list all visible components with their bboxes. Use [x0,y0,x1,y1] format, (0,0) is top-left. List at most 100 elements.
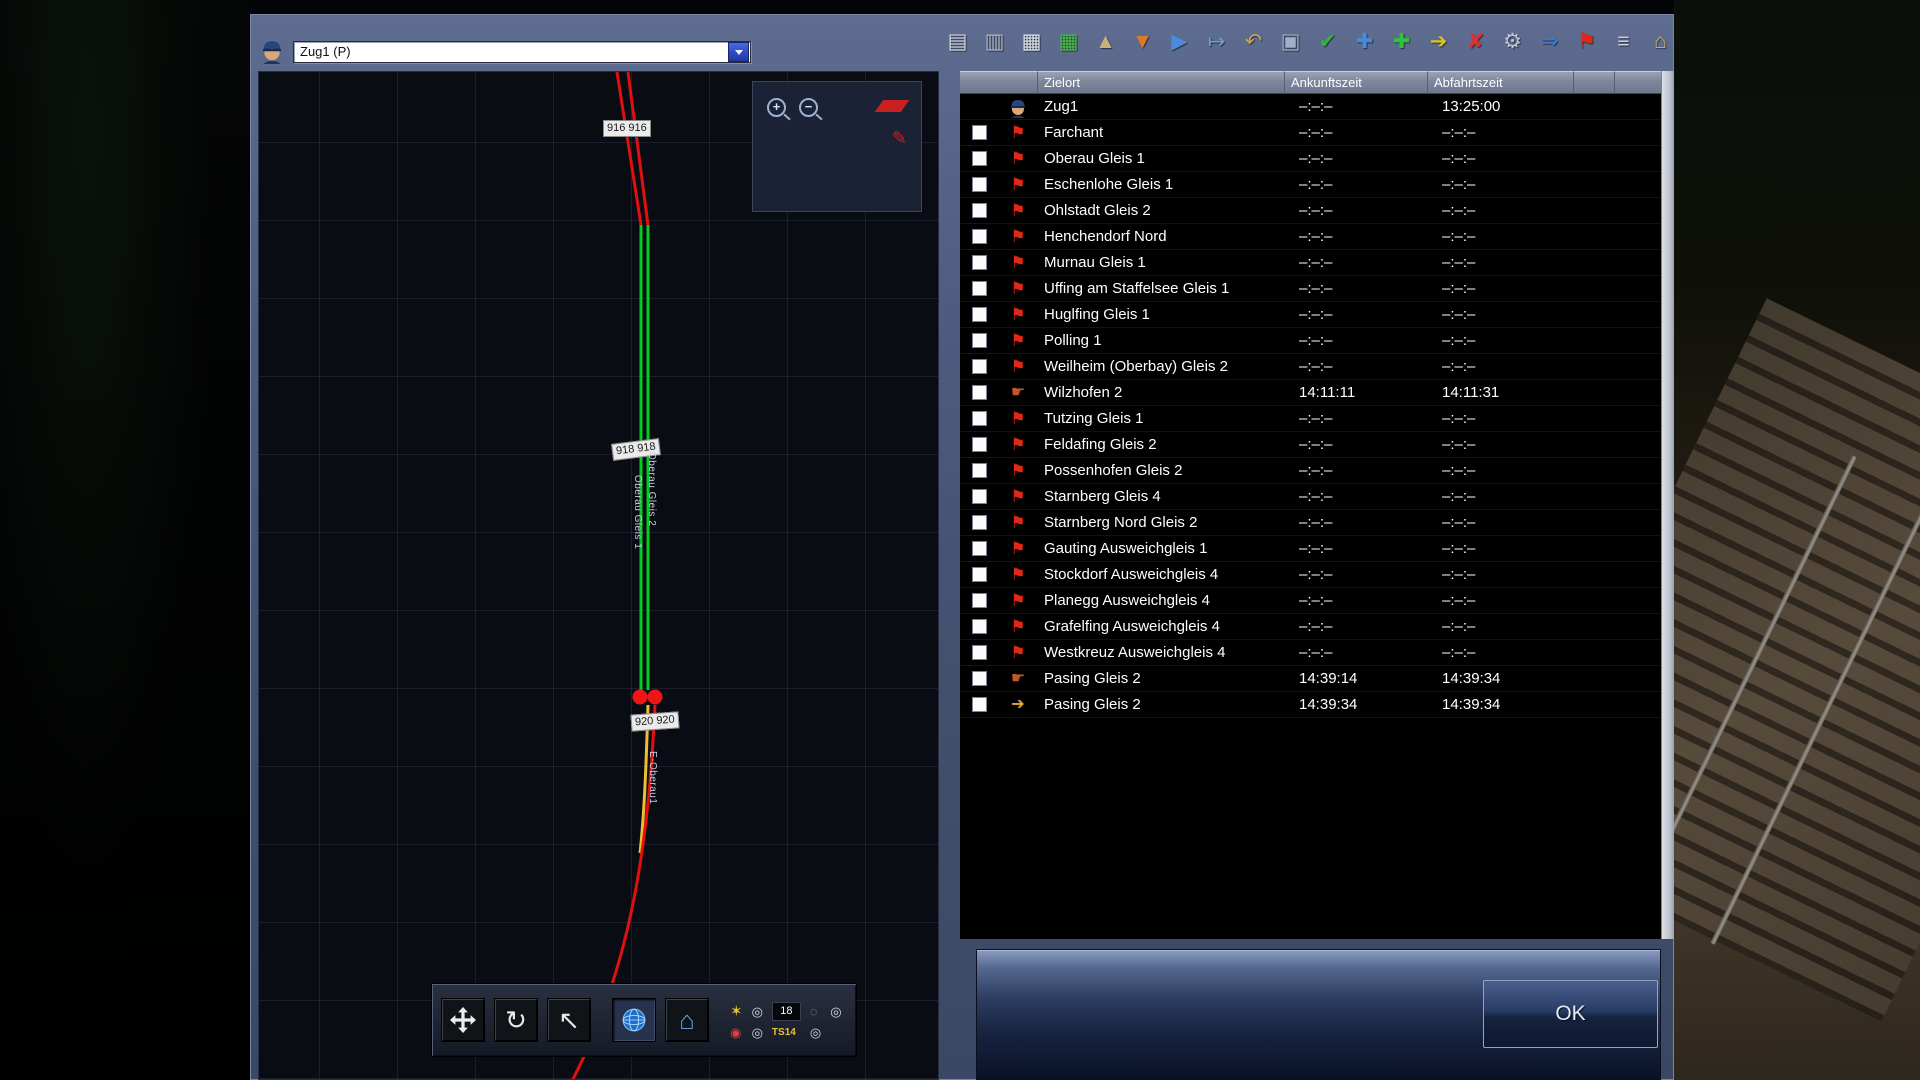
table-row[interactable]: ⚑Weilheim (Oberbay) Gleis 2–:–:––:–:– [960,354,1661,380]
arrival-cell: –:–:– [1285,332,1428,349]
row-checkbox[interactable] [972,489,987,504]
table-row[interactable]: ⚑Farchant–:–:––:–:– [960,120,1661,146]
step-to-end-icon[interactable]: ↦ [1201,26,1232,57]
table-row[interactable]: ➔Pasing Gleis 214:39:3414:39:34 [960,692,1661,718]
jump-icon[interactable]: ⇒ [1534,26,1565,57]
home-button[interactable]: ⌂ [665,998,709,1042]
save-icon[interactable]: ▤ [942,26,973,57]
row-checkbox[interactable] [972,541,987,556]
step-forward-icon[interactable]: ▶ [1164,26,1195,57]
train-selector[interactable]: Zug1 (P) [293,41,751,63]
zoom-out-icon[interactable] [799,98,818,117]
table-row[interactable]: ⚑Starnberg Nord Gleis 2–:–:––:–:– [960,510,1661,536]
indicator-circle-icon[interactable]: ◎ [810,1026,821,1039]
copy-icon[interactable]: ▣ [1275,26,1306,57]
pan-button[interactable] [441,998,485,1042]
destination-cell: Polling 1 [1038,332,1285,349]
grid-green-icon[interactable]: ▦ [1053,26,1084,57]
row-checkbox[interactable] [972,307,987,322]
signal-red-icon[interactable]: ◉ [730,1026,743,1039]
row-checkbox[interactable] [972,151,987,166]
row-checkbox[interactable] [972,697,987,712]
row-checkbox[interactable] [972,125,987,140]
table-row[interactable]: ⚑Westkreuz Ausweichgleis 4–:–:––:–:– [960,640,1661,666]
departure-cell: –:–:– [1428,540,1574,557]
row-checkbox[interactable] [972,333,987,348]
globe-button[interactable] [612,998,656,1042]
track-map[interactable]: 916 916 918 918 920 920 Oberau Gleis 2 O… [258,71,939,1080]
ok-button[interactable]: OK [1483,980,1658,1048]
row-checkbox[interactable] [972,437,987,452]
table-row[interactable]: ⚑Ohlstadt Gleis 2–:–:––:–:– [960,198,1661,224]
row-checkbox[interactable] [972,255,987,270]
table-row[interactable]: ⚑Starnberg Gleis 4–:–:––:–:– [960,484,1661,510]
row-checkbox[interactable] [972,645,987,660]
departure-cell: –:–:– [1428,176,1574,193]
row-checkbox[interactable] [972,385,987,400]
remove-stop-icon[interactable]: ✘ [1460,26,1491,57]
table-row[interactable]: Zug1–:–:–13:25:00 [960,94,1661,120]
table-row[interactable]: ⚑Eschenlohe Gleis 1–:–:––:–:– [960,172,1661,198]
row-checkbox[interactable] [972,203,987,218]
row-checkbox[interactable] [972,411,987,426]
rotate-button[interactable]: ↻ [494,998,538,1042]
zoom-in-icon[interactable] [767,98,786,117]
undo-icon[interactable]: ↶ [1238,26,1269,57]
destination-cell: Oberau Gleis 1 [1038,150,1285,167]
row-checkbox[interactable] [972,177,987,192]
depot-icon[interactable]: ⌂ [1645,26,1676,57]
indicator-dim-icon[interactable]: ◌ [810,1005,821,1018]
table-row[interactable]: ⚑Gauting Ausweichgleis 1–:–:––:–:– [960,536,1661,562]
move-down-icon[interactable]: ▼ [1127,26,1158,57]
indicator-circle-icon[interactable]: ◎ [752,1026,763,1039]
table-row[interactable]: ⚑Possenhofen Gleis 2–:–:––:–:– [960,458,1661,484]
row-checkbox[interactable] [972,515,987,530]
table-row[interactable]: ⚑Tutzing Gleis 1–:–:––:–:– [960,406,1661,432]
table-row[interactable]: ⚑Grafelfing Ausweichgleis 4–:–:––:–:– [960,614,1661,640]
header-ankunftszeit[interactable]: Ankunftszeit [1285,71,1428,94]
table-row[interactable]: ☛Pasing Gleis 214:39:1414:39:34 [960,666,1661,692]
row-checkbox[interactable] [972,567,987,582]
table-row[interactable]: ⚑Henchendorf Nord–:–:––:–:– [960,224,1661,250]
table-row[interactable]: ⚑Polling 1–:–:––:–:– [960,328,1661,354]
grid-icon[interactable]: ▦ [1016,26,1047,57]
table-row[interactable]: ⚑Huglfing Gleis 1–:–:––:–:– [960,302,1661,328]
table-scrollbar[interactable] [1661,71,1674,939]
table-row[interactable]: ⚑Murnau Gleis 1–:–:––:–:– [960,250,1661,276]
confirm-edit-icon[interactable]: ✔ [1312,26,1343,57]
signal-yellow-icon[interactable]: ✶ [730,1004,743,1019]
row-checkbox[interactable] [972,593,987,608]
table-row[interactable]: ⚑Oberau Gleis 1–:–:––:–:– [960,146,1661,172]
expand-icon[interactable]: ✚ [1349,26,1380,57]
flag-icon[interactable]: ⚑ [1571,26,1602,57]
keyboard-icon[interactable]: ≡ [1608,26,1639,57]
train-dropdown-button[interactable] [728,42,749,62]
row-checkbox[interactable] [972,359,987,374]
table-row[interactable]: ⚑Uffing am Staffelsee Gleis 1–:–:––:–:– [960,276,1661,302]
header-zielort[interactable]: Zielort [1038,71,1285,94]
stop-flag-icon: ⚑ [1010,540,1025,557]
select-button[interactable]: ↖ [547,998,591,1042]
row-checkbox[interactable] [972,619,987,634]
row-checkbox[interactable] [972,229,987,244]
append-stop-icon[interactable]: ➔ [1423,26,1454,57]
indicator-circle-icon[interactable]: ◎ [830,1005,841,1018]
row-checkbox[interactable] [972,281,987,296]
stop-flag-icon: ⚑ [1010,202,1025,219]
table-row[interactable]: ☛Wilzhofen 214:11:1114:11:31 [960,380,1661,406]
indicator-circle-icon[interactable]: ◎ [752,1005,763,1018]
row-checkbox[interactable] [972,671,987,686]
move-up-icon[interactable]: ▲ [1090,26,1121,57]
map-status-cluster: ✶ ◎ 18 ◌ ◎ ◉ ◎ TS14 ◎ [730,1002,842,1039]
table-row[interactable]: ⚑Planegg Ausweichgleis 4–:–:––:–:– [960,588,1661,614]
table-row[interactable]: ⚑Feldafing Gleis 2–:–:––:–:– [960,432,1661,458]
insert-stop-icon[interactable]: ✚ [1386,26,1417,57]
table-row[interactable]: ⚑Stockdorf Ausweichgleis 4–:–:––:–:– [960,562,1661,588]
destination-cell: Gauting Ausweichgleis 1 [1038,540,1285,557]
settings-icon[interactable]: ⚙ [1497,26,1528,57]
delete-icon[interactable]: ▥ [979,26,1010,57]
header-abfahrtszeit[interactable]: Abfahrtszeit [1428,71,1574,94]
row-checkbox[interactable] [972,463,987,478]
eraser-icon[interactable] [875,100,909,112]
edit-pencil-icon[interactable]: ✎ [892,128,907,149]
